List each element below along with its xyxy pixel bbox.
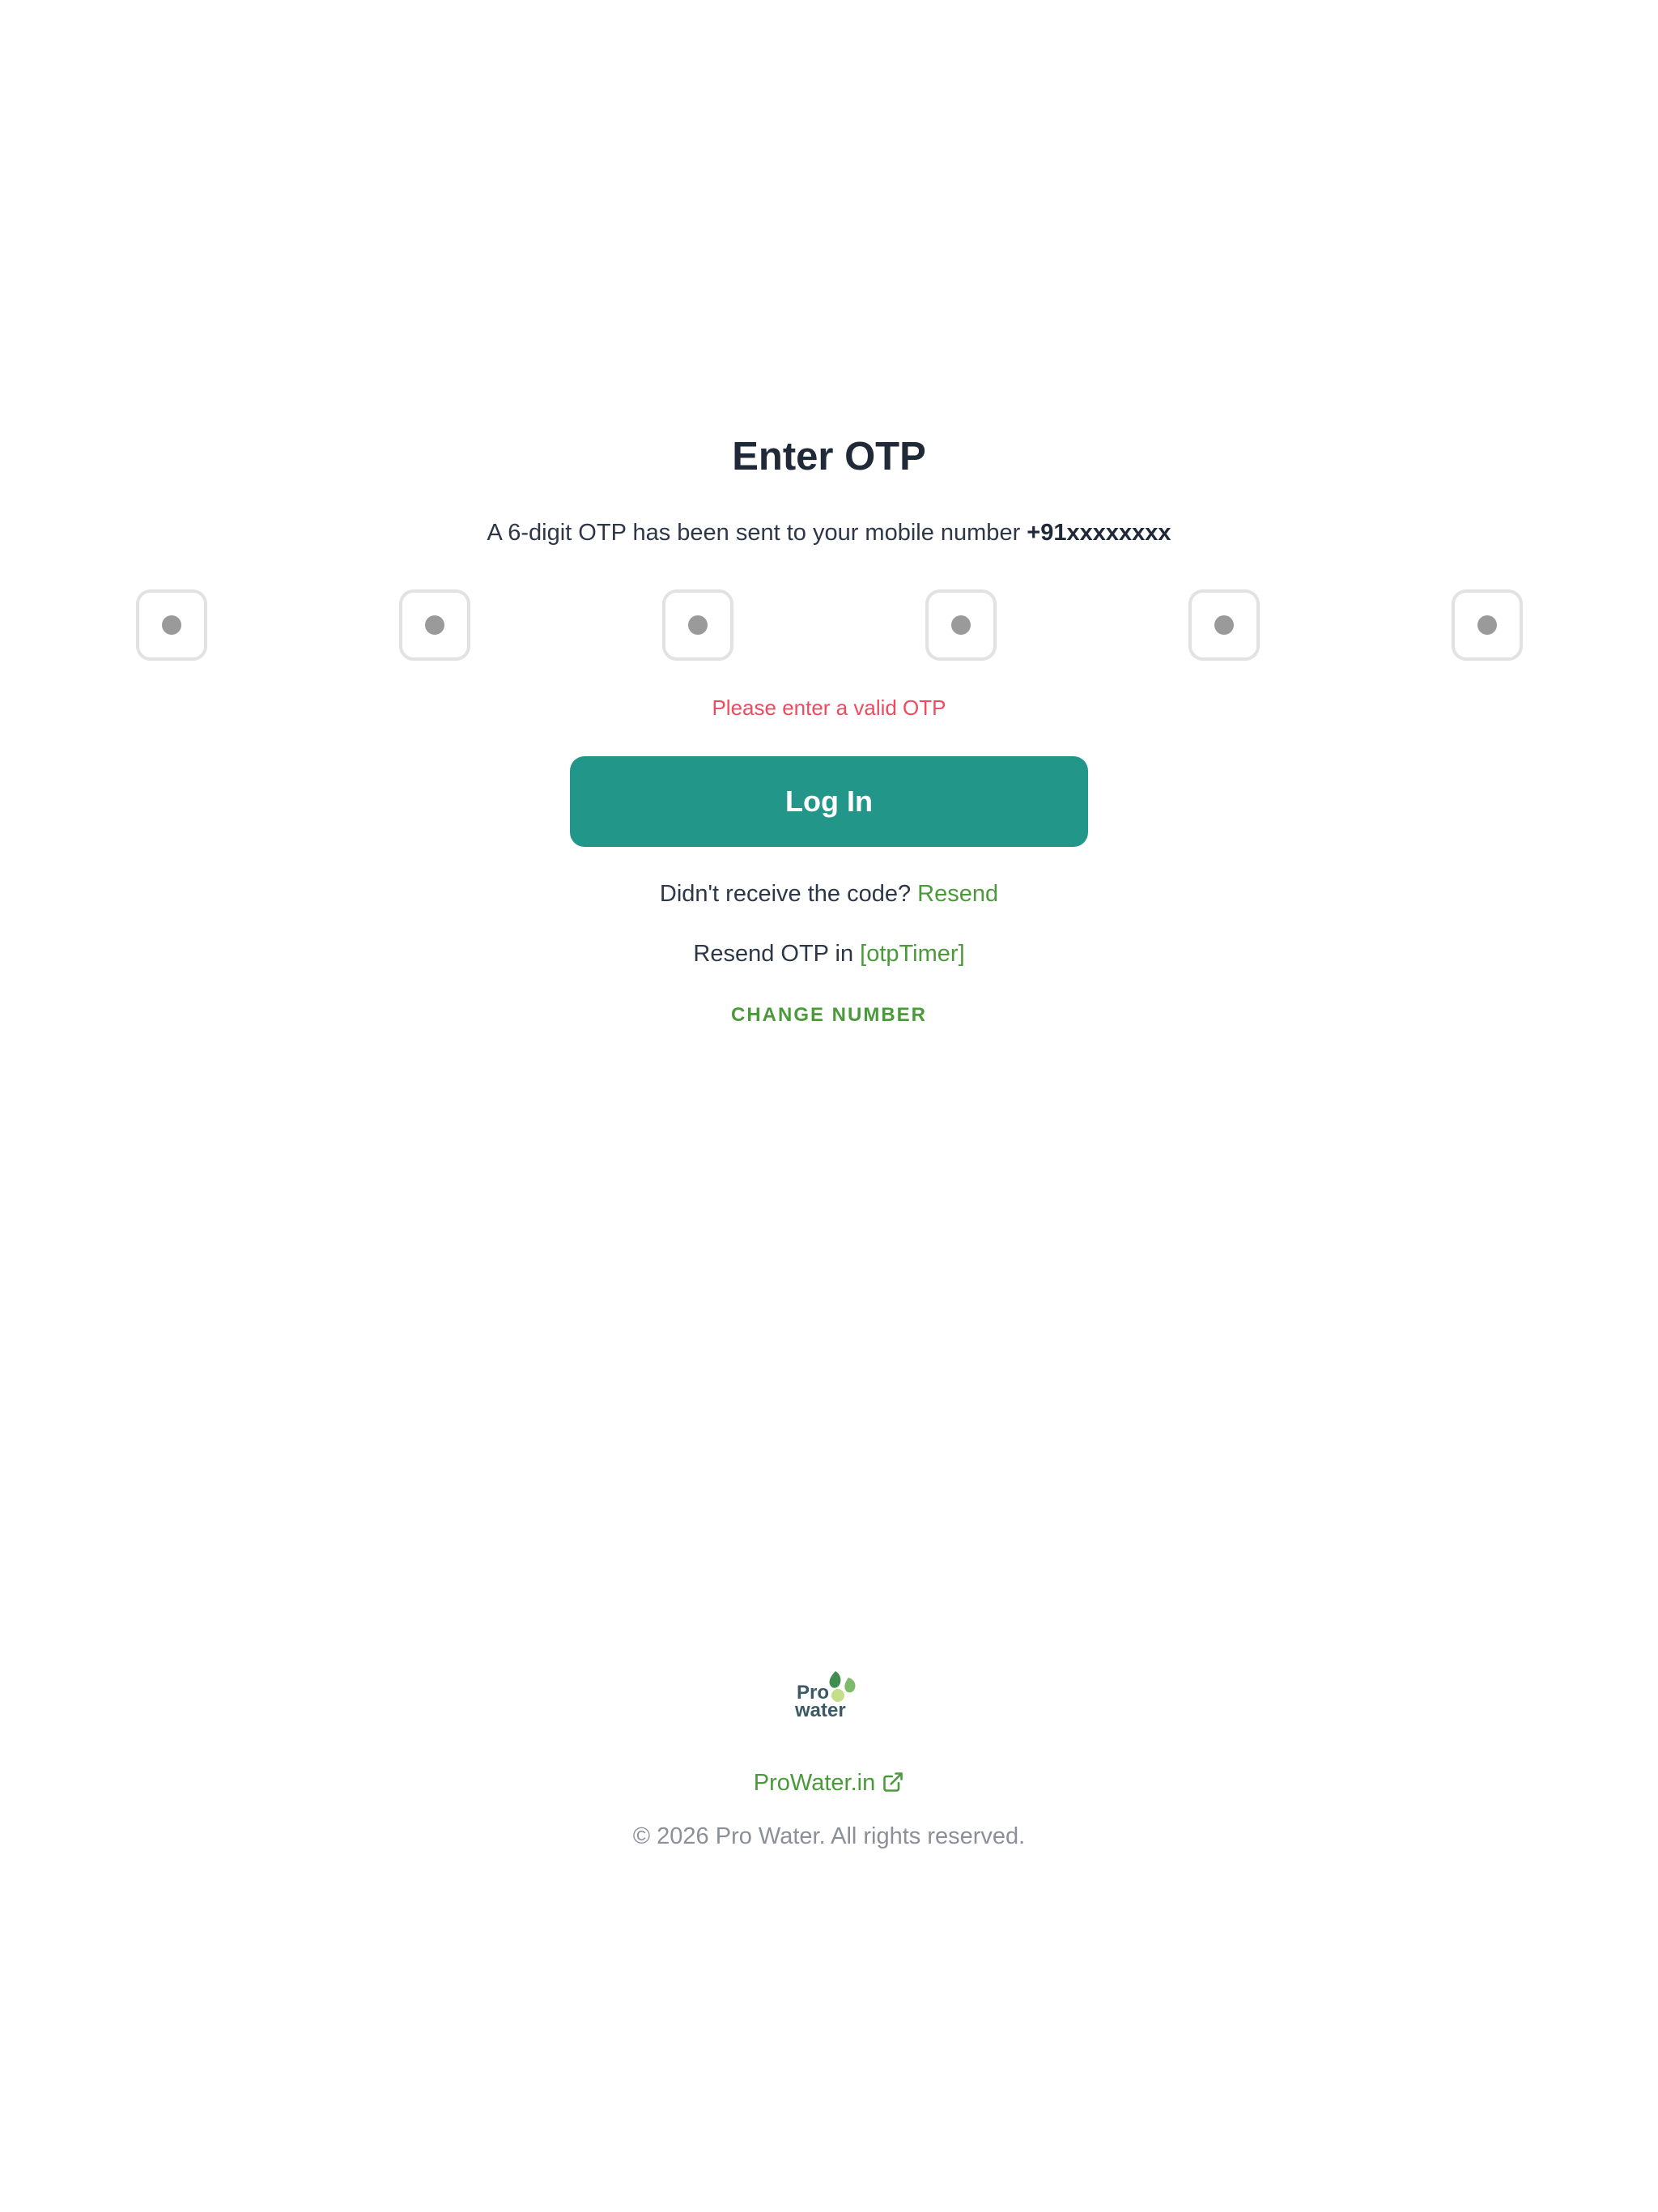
masked-digit-dot (425, 615, 444, 635)
resend-link[interactable]: Resend (917, 881, 998, 907)
website-link[interactable]: ProWater.in (754, 1770, 904, 1796)
otp-digit-3[interactable] (662, 589, 733, 661)
otp-page: Enter OTP A 6-digit OTP has been sent to… (0, 0, 1658, 2212)
copyright-text: © 2026 Pro Water. All rights reserved. (632, 1823, 1026, 1849)
prowater-logo: Pro water (793, 1668, 866, 1723)
website-link-text: ProWater.in (753, 1770, 876, 1796)
masked-digit-dot (951, 615, 971, 635)
otp-digit-2[interactable] (399, 589, 470, 661)
login-button[interactable]: Log In (570, 756, 1088, 847)
otp-digit-1[interactable] (136, 589, 207, 661)
page-title: Enter OTP (732, 435, 926, 479)
masked-digit-dot (162, 615, 181, 635)
external-link-icon (882, 1770, 904, 1802)
otp-digit-6[interactable] (1452, 589, 1523, 661)
resend-timer-value: [otpTimer] (860, 941, 965, 967)
otp-error-message: Please enter a valid OTP (712, 696, 946, 720)
otp-sent-message: A 6-digit OTP has been sent to your mobi… (0, 515, 1658, 551)
resend-prompt-text: Didn't receive the code? (659, 881, 918, 907)
resend-timer: Resend OTP in [otpTimer] (0, 938, 1658, 970)
otp-digit-4[interactable] (925, 589, 997, 661)
masked-digit-dot (1214, 615, 1234, 635)
otp-sent-text: A 6-digit OTP has been sent to your mobi… (487, 520, 1027, 546)
logo-text-water: water (794, 1699, 846, 1721)
website-link-row: ProWater.in (0, 1767, 1658, 1802)
change-number-link[interactable]: CHANGE NUMBER (0, 1001, 1658, 1030)
resend-timer-label: Resend OTP in (693, 941, 861, 967)
otp-input-group (0, 589, 1658, 661)
phone-number: +91xxxxxxxx (1027, 520, 1171, 546)
masked-digit-dot (1477, 615, 1497, 635)
masked-digit-dot (688, 615, 708, 635)
resend-prompt: Didn't receive the code? Resend (0, 878, 1658, 910)
otp-digit-5[interactable] (1188, 589, 1260, 661)
